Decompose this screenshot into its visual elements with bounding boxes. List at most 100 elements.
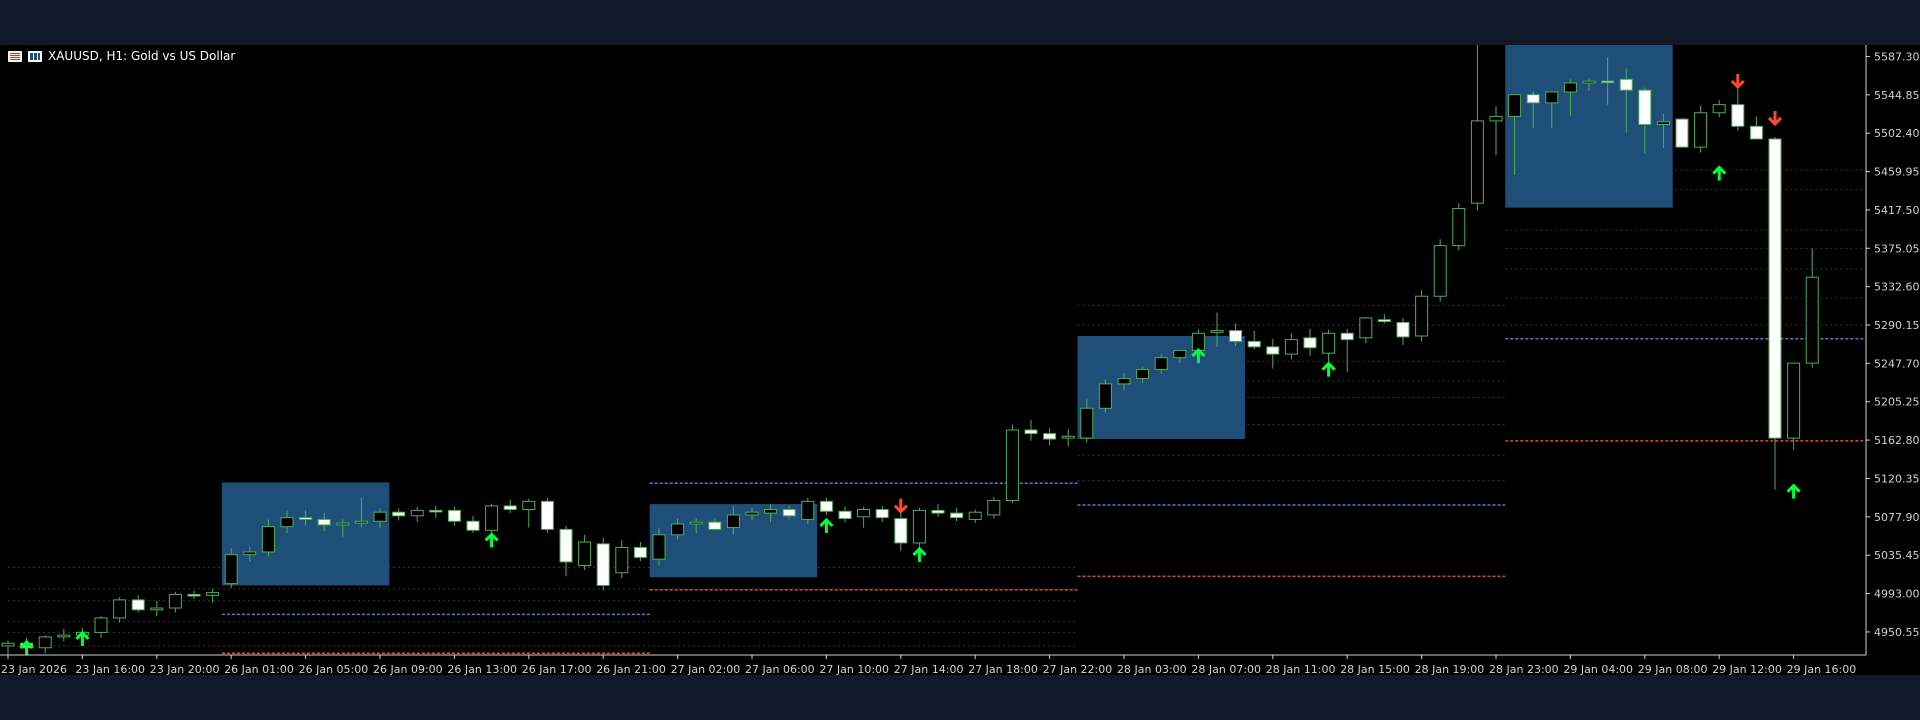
x-tick-label: 28 Jan 15:00 <box>1340 663 1410 675</box>
bull-candle-body <box>1452 208 1466 247</box>
chart-bars-icon[interactable] <box>28 50 42 62</box>
y-tick-label: 5587.30 <box>1874 50 1920 63</box>
y-tick-label: 5375.05 <box>1874 242 1920 255</box>
bull-candle-body <box>726 514 740 529</box>
bull-candle-body <box>1098 383 1112 409</box>
bull-candle-body <box>1117 377 1131 385</box>
x-tick-label: 26 Jan 17:00 <box>522 663 592 675</box>
bear-candle-body <box>782 509 796 517</box>
candle <box>1749 116 1763 140</box>
x-tick-label: 27 Jan 14:00 <box>894 663 964 675</box>
candle <box>1098 379 1112 413</box>
bull-candle-body <box>1005 429 1019 501</box>
bull-candle-body <box>410 509 424 517</box>
candle <box>987 496 1001 519</box>
candle <box>94 616 108 638</box>
bear-candle-body <box>1303 337 1317 349</box>
y-tick-label: 5205.25 <box>1874 396 1920 409</box>
bull-candle-body <box>1433 245 1447 297</box>
candle <box>838 506 852 523</box>
y-tick-label: 4993.00 <box>1874 588 1920 601</box>
x-tick-label: 28 Jan 11:00 <box>1266 663 1336 675</box>
x-tick-label: 27 Jan 02:00 <box>671 663 741 675</box>
candle <box>857 506 871 528</box>
bear-candle-body <box>392 511 406 517</box>
bear-candle-body <box>1266 346 1280 355</box>
y-tick-label: 5417.50 <box>1874 204 1920 217</box>
candle <box>466 515 480 533</box>
bear-candle-body <box>838 510 852 520</box>
y-tick-label: 5120.35 <box>1874 472 1920 485</box>
buy-arrow <box>1786 483 1801 499</box>
candle <box>113 597 127 623</box>
x-tick-label: 27 Jan 10:00 <box>819 663 889 675</box>
candle <box>1024 420 1038 441</box>
bull-candle-body <box>1694 112 1708 148</box>
x-tick-label: 27 Jan 18:00 <box>968 663 1038 675</box>
y-tick-label: 5162.80 <box>1874 434 1920 447</box>
bull-candle-body <box>150 607 164 611</box>
bear-candle-body <box>1731 104 1745 127</box>
y-tick-label: 4950.55 <box>1874 626 1920 639</box>
bull-candle-body <box>1154 357 1168 370</box>
bull-candle-body <box>578 541 592 567</box>
candle <box>1359 317 1373 344</box>
levels <box>221 337 1866 654</box>
bear-candle-body <box>466 520 480 531</box>
bull-candle-body <box>243 551 257 556</box>
bear-candle-body <box>1396 321 1410 338</box>
candle <box>559 525 573 577</box>
bull-candle-body <box>615 546 629 574</box>
x-tick-label: 26 Jan 05:00 <box>299 663 369 675</box>
zone-box <box>1505 45 1673 208</box>
bear-candle-body <box>1247 340 1261 348</box>
candle <box>429 505 443 518</box>
bear-candle-body <box>633 546 647 558</box>
bear-candle-body <box>299 517 313 520</box>
bear-candle-body <box>429 509 443 513</box>
bull-candle-body <box>1322 332 1336 354</box>
bull-candle-body <box>1191 332 1205 351</box>
bull-candle-body <box>57 634 71 638</box>
x-tick-label: 29 Jan 04:00 <box>1563 663 1633 675</box>
bull-candle-body <box>1712 104 1726 114</box>
bear-candle-body <box>540 500 554 530</box>
candle <box>1303 328 1317 356</box>
x-tick-label: 23 Jan 16:00 <box>75 663 145 675</box>
one-click-trading-icon[interactable] <box>8 50 22 62</box>
candle <box>875 505 889 523</box>
sell-arrow <box>1730 73 1745 90</box>
bull-candle-body <box>801 500 815 520</box>
bear-candle-body <box>1638 89 1652 126</box>
candle <box>1768 137 1782 490</box>
bear-candle-body <box>596 543 610 586</box>
sell-arrow <box>1767 110 1783 127</box>
candle <box>1247 330 1261 350</box>
y-tick-label: 5290.15 <box>1874 319 1920 332</box>
bear-candle-body <box>1749 125 1763 140</box>
buy-arrow <box>912 546 927 562</box>
bull-candle-body <box>224 554 238 585</box>
price-chart[interactable]: 5587.30 5544.85 5502.40 5459.95 5417.50 5375.… <box>0 45 1920 675</box>
bear-candle-body <box>1340 332 1354 341</box>
bull-candle-body <box>912 509 926 544</box>
bull-candle-body <box>652 534 666 560</box>
candle <box>540 497 554 533</box>
chart-title: XAUUSD, H1: Gold vs US Dollar <box>48 49 236 63</box>
x-tick-label: 23 Jan 20:00 <box>150 663 220 675</box>
chart-window[interactable]: 5587.30 5544.85 5502.40 5459.95 5417.50 5375.… <box>0 45 1920 675</box>
candle <box>596 537 610 591</box>
bull-candle-body <box>689 521 703 525</box>
buy-arrow <box>819 517 834 533</box>
bull-candle-body <box>522 500 536 511</box>
candle <box>168 591 182 613</box>
x-tick-label: 26 Jan 21:00 <box>596 663 666 675</box>
bull-candle-body <box>261 526 275 553</box>
candle <box>187 590 201 599</box>
x-tick-label: 28 Jan 19:00 <box>1415 663 1485 675</box>
bear-candle-body <box>819 500 833 512</box>
candle <box>1787 362 1801 450</box>
candle <box>1 640 15 655</box>
bull-candle-body <box>764 509 778 514</box>
candle <box>578 534 592 571</box>
